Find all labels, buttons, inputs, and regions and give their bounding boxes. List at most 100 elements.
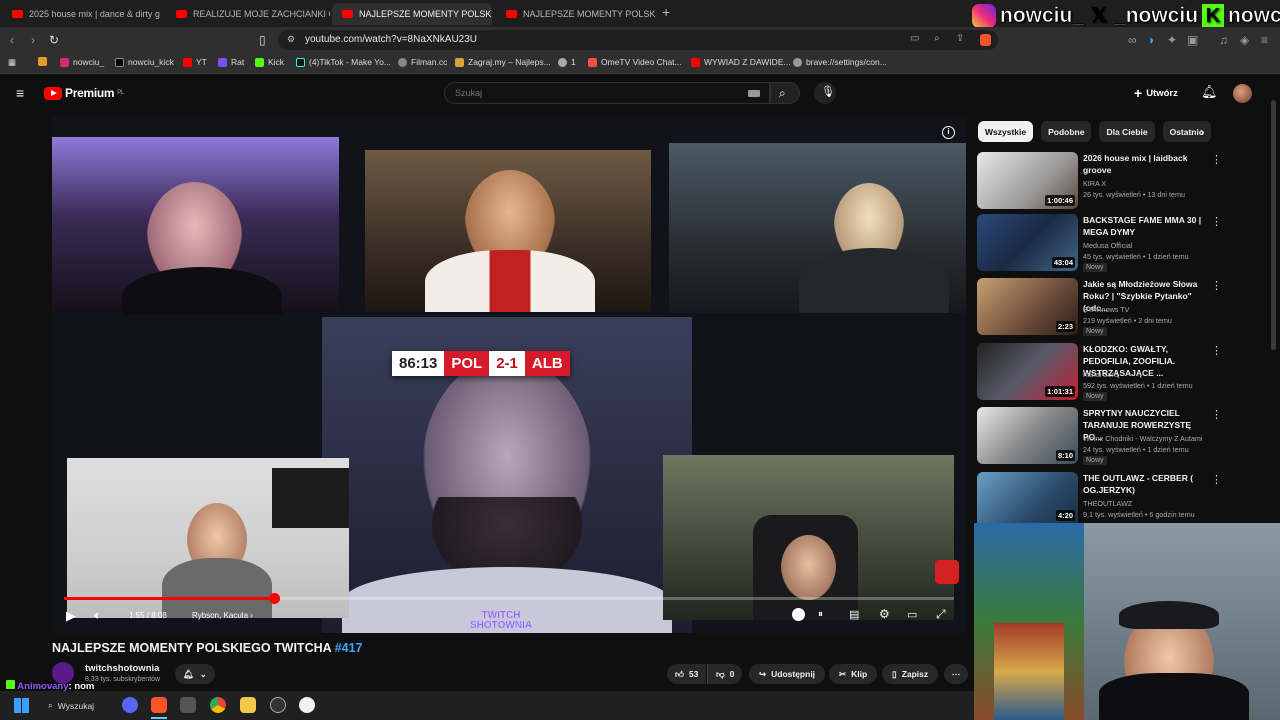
file-explorer-icon[interactable] <box>240 697 256 713</box>
new-tab-icon[interactable]: + <box>662 4 670 20</box>
chip-for-you[interactable]: Dla Ciebie <box>1099 121 1155 142</box>
obs-icon[interactable] <box>270 697 286 713</box>
video-thumbnail[interactable]: 8:10 <box>977 407 1078 464</box>
recommendation-channel[interactable]: Wolne Chodniki - Walczymy Z Autami <box>1083 433 1223 444</box>
save-button[interactable]: ▯ Zapisz <box>882 664 939 684</box>
media-icon[interactable]: ♫ <box>1219 33 1228 47</box>
recommendation-item[interactable]: 1:01:31 KŁODZKO: GWAŁTY, PEDOFILIA, ZOOF… <box>977 343 1267 405</box>
video-thumbnail[interactable]: 1:01:31 <box>977 343 1078 400</box>
notifications-bell-icon[interactable]: 🔔︎ <box>1201 84 1218 100</box>
subscription-bell-button[interactable]: 🔔︎ ⌄ <box>175 664 215 684</box>
video-thumbnail[interactable]: 1:00:46 <box>977 152 1078 209</box>
bookmark-nowciu[interactable]: nowciu_ <box>60 57 104 67</box>
bookmark-one[interactable]: 1 <box>558 57 576 67</box>
zoom-icon[interactable]: ⌕ <box>934 33 940 44</box>
bookmark-icon[interactable]: ▯ <box>259 33 266 47</box>
bookmark-wywiad[interactable]: WYWIAD Z DAWIDE... <box>691 57 791 67</box>
miniplayer-icon[interactable]: ▭ <box>907 608 917 621</box>
bookmark-filman[interactable]: Filman.cc <box>398 57 447 67</box>
fullscreen-icon[interactable]: ⤢ <box>936 607 946 622</box>
search-button[interactable]: ⌕ <box>770 82 800 104</box>
chevron-right-icon[interactable]: › <box>1200 125 1204 139</box>
more-options-icon[interactable]: ⋮ <box>1211 153 1222 166</box>
dislike-button[interactable]: 👎︎ 0 <box>707 664 743 684</box>
forward-icon[interactable]: › <box>31 33 35 47</box>
more-options-icon[interactable]: ⋮ <box>1211 279 1222 292</box>
vpn-icon[interactable]: ∞ <box>1128 33 1137 47</box>
recommendation-item[interactable]: 1:00:46 2026 house mix | laidback groove… <box>977 152 1267 214</box>
keyboard-icon[interactable] <box>748 90 760 97</box>
menu-icon[interactable]: ≡ <box>1261 33 1268 47</box>
autoplay-icon[interactable] <box>792 608 805 621</box>
extensions-icon[interactable]: ✦ <box>1167 33 1177 47</box>
recommendation-item[interactable]: 43:04 BACKSTAGE FAME MMA 30 | MEGA DYMY … <box>977 214 1267 276</box>
chip-similar[interactable]: Podobne <box>1041 121 1092 142</box>
video-thumbnail[interactable]: 43:04 <box>977 214 1078 271</box>
bookmark-brave-settings[interactable]: brave://settings/con... <box>793 57 887 67</box>
bookmark-tiktok[interactable]: (4)TikTok - Make Yo... <box>296 57 391 67</box>
recommendation-channel[interactable]: THEOUTLAWZ <box>1083 498 1223 509</box>
account-avatar[interactable] <box>1233 84 1252 103</box>
subtitles-icon[interactable]: ▤ <box>849 608 859 621</box>
tab-najlepsze[interactable]: NAJLEPSZE MOMENTY POLSKIEGO T <box>496 3 656 25</box>
recommendation-channel[interactable]: STARnows TV <box>1083 304 1223 315</box>
discord-icon[interactable] <box>122 697 138 713</box>
hamburger-menu-icon[interactable]: ≡ <box>16 85 24 101</box>
recommendation-item[interactable]: 4:20 THE OUTLAWZ - CERBER ( OG.JERZYK) T… <box>977 472 1267 524</box>
scrubber-handle[interactable] <box>269 593 281 604</box>
app-circle-icon[interactable] <box>299 697 315 713</box>
recommendation-item[interactable]: 8:10 SPRYTNY NAUCZYCIEL TARANUJE ROWERZY… <box>977 407 1267 469</box>
bookmark-folder-icon[interactable] <box>38 57 47 66</box>
share-icon[interactable]: ⇪ <box>956 33 964 44</box>
chapter-label[interactable]: Rybson, Kacula › <box>192 611 253 620</box>
brave-browser-icon[interactable] <box>151 697 167 713</box>
brave-shield-icon[interactable] <box>980 34 991 46</box>
wallet-icon[interactable]: ◈ <box>1240 33 1249 47</box>
tab-house-mix[interactable]: 2025 house mix | dance & dirty g <box>2 3 162 25</box>
recommendation-title[interactable]: THE OUTLAWZ - CERBER ( OG.JERZYK) <box>1083 472 1209 496</box>
volume-icon[interactable]: 🔈︎ <box>94 608 101 623</box>
bookmark-ometv[interactable]: OmeTV Video Chat... <box>588 57 682 67</box>
info-icon[interactable]: i <box>942 126 955 139</box>
sidebar-toggle-icon[interactable]: ▣ <box>1187 33 1198 47</box>
share-button[interactable]: ↪ Udostępnij <box>749 664 826 684</box>
app-icon[interactable] <box>180 697 196 713</box>
progress-bar[interactable] <box>64 593 954 604</box>
bookmark-zagraj[interactable]: Zagraj.my – Najleps... <box>455 57 551 67</box>
tab-zachcianki[interactable]: REALIZUJE MOJE ZACHCIANKI CIĄŻO <box>166 3 330 25</box>
cast-icon[interactable]: ▭ <box>910 33 919 44</box>
more-options-icon[interactable]: ⋮ <box>1211 408 1222 421</box>
clip-button[interactable]: ✂ Klip <box>829 664 878 684</box>
video-hashtag[interactable]: #417 <box>335 641 363 655</box>
bookmark-kick[interactable]: Kick <box>255 57 284 67</box>
video-thumbnail[interactable]: 2:23 <box>977 278 1078 335</box>
channel-watermark-icon[interactable] <box>935 560 959 584</box>
bookmark-yt[interactable]: YT <box>183 57 207 67</box>
search-input[interactable] <box>455 88 735 98</box>
bookmark-rat[interactable]: Rat <box>218 57 244 67</box>
voice-search-button[interactable]: 🎙︎ <box>814 82 836 104</box>
tab-najlepsze-active[interactable]: NAJLEPSZE MOMENTY POLSKIEG ✕ <box>332 3 492 25</box>
site-info-icon[interactable]: ⚙ <box>287 34 295 45</box>
youtube-premium-logo[interactable]: Premium PL <box>44 86 124 100</box>
settings-gear-icon[interactable]: ⚙ <box>879 607 890 621</box>
address-bar[interactable]: ⚙ youtube.com/watch?v=8NaXNkAU23U ▭ ⌕ ⇪ <box>278 30 998 50</box>
recommendation-channel[interactable]: Medusa Official <box>1083 240 1223 251</box>
recommendation-item[interactable]: 2:23 Jakie są Młodzieżowe Słowa Roku? | … <box>977 278 1267 340</box>
like-button[interactable]: 👍︎ 53 <box>667 664 707 684</box>
play-icon[interactable]: ▶ <box>66 608 76 624</box>
reload-icon[interactable]: ↻ <box>49 33 59 47</box>
chip-all[interactable]: Wszystkie <box>978 121 1034 142</box>
recommendation-channel[interactable]: Kanał Zero <box>1083 369 1223 380</box>
more-options-icon[interactable]: ⋮ <box>1211 215 1222 228</box>
chrome-icon[interactable] <box>210 697 226 713</box>
pause-toggle-icon[interactable]: ⏸ <box>818 609 823 620</box>
windows-start-icon[interactable] <box>14 698 29 713</box>
more-actions-button[interactable]: ⋯ <box>944 664 968 684</box>
apps-icon[interactable]: ▦ <box>8 57 16 68</box>
back-icon[interactable]: ‹ <box>10 33 14 47</box>
more-options-icon[interactable]: ⋮ <box>1211 473 1222 486</box>
video-thumbnail[interactable]: 4:20 <box>977 472 1078 524</box>
taskbar-search[interactable]: ⌕ Wyszukaj <box>48 696 110 715</box>
sidebar-scrollbar[interactable] <box>1271 100 1276 350</box>
